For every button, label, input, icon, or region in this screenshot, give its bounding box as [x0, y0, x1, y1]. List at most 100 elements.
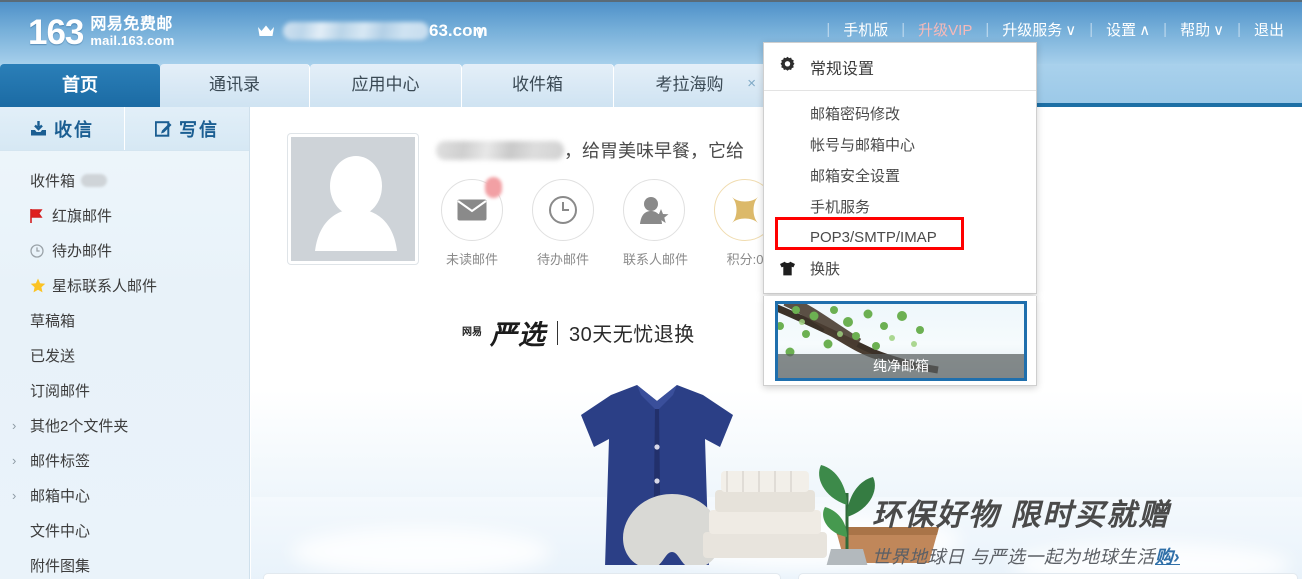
receive-mail-label: 收信 — [54, 119, 94, 140]
nav-divider: | — [1089, 21, 1094, 38]
tab-kaola[interactable]: 考拉海购 × — [614, 64, 766, 107]
quick-action-unread[interactable]: 未读邮件 — [441, 177, 503, 268]
promo-text-block: 环保好物 限时买就赠 世界地球日 与严选一起为地球生活购› — [872, 498, 1180, 565]
menu-item-label: 帐号与邮箱中心 — [810, 137, 916, 154]
folder-label: 待办邮件 — [52, 243, 113, 260]
clock-icon — [549, 196, 577, 224]
nav-settings[interactable]: 设置 ∧ — [1106, 19, 1150, 40]
nav-divider: | — [1163, 21, 1168, 38]
menu-item-label: 邮箱安全设置 — [810, 168, 901, 185]
bottom-panel-left — [263, 573, 781, 579]
sidebar-item-mail-center[interactable]: › 邮箱中心 — [0, 478, 249, 513]
folder-label: 邮件标签 — [30, 453, 91, 470]
tab-inbox[interactable]: 收件箱 — [462, 64, 614, 107]
menu-item-mobile-service[interactable]: 手机服务 — [764, 191, 1036, 222]
menu-item-label: 手机服务 — [810, 199, 871, 216]
chevron-down-icon: ∨ — [1065, 21, 1077, 39]
mail-app-window: 163 网易免费邮 mail.163.com 63.com ∨ | 手机版 | … — [0, 0, 1302, 579]
tab-home[interactable]: 首页 — [0, 64, 160, 107]
yanxuan-brand-logo: 网易 严选 30天无忧退换 — [462, 313, 695, 352]
quick-action-circle — [441, 177, 503, 241]
sidebar-item-attachment-gallery[interactable]: 附件图集 — [0, 548, 249, 579]
greeting-text: ，给胃美味早餐，它给 — [564, 141, 744, 161]
quick-actions-row: 未读邮件 待办邮件 联系人邮件 积分:0 — [441, 177, 776, 268]
chevron-right-icon: › — [12, 488, 17, 503]
menu-item-change-skin[interactable]: 换肤 — [764, 253, 1036, 284]
account-email-redacted — [283, 22, 429, 40]
brand-mark-label: 网易 — [462, 326, 482, 338]
close-icon[interactable]: × — [747, 76, 756, 91]
skin-preview-label: 纯净邮箱 — [778, 354, 1024, 378]
chevron-right-icon: › — [12, 453, 17, 468]
sidebar-item-other-folders[interactable]: › 其他2个文件夹 — [0, 408, 249, 443]
tab-contacts[interactable]: 通讯录 — [160, 64, 310, 107]
menu-item-general-settings[interactable]: 常规设置 — [764, 43, 1036, 91]
menu-item-pop3-smtp-imap[interactable]: POP3/SMTP/IMAP — [764, 222, 1036, 253]
sidebar-item-mail-tags[interactable]: › 邮件标签 — [0, 443, 249, 478]
logo-number: 163 — [28, 13, 84, 52]
chevron-right-icon: › — [12, 418, 17, 433]
bottom-panel-right — [798, 573, 1298, 579]
sidebar-item-inbox[interactable]: 收件箱 — [0, 163, 249, 198]
folder-label: 星标联系人邮件 — [52, 278, 158, 295]
quick-action-label: 未读邮件 — [445, 252, 498, 267]
nav-divider: | — [1237, 21, 1241, 38]
menu-item-change-password[interactable]: 邮箱密码修改 — [764, 98, 1036, 129]
avatar[interactable] — [288, 134, 418, 264]
nav-help[interactable]: 帮助 ∨ — [1180, 19, 1224, 40]
compose-mail-button[interactable]: 写信 — [124, 107, 249, 150]
menu-item-label: POP3/SMTP/IMAP — [810, 229, 937, 246]
default-user-icon — [315, 156, 397, 251]
tab-label: 应用中心 — [351, 75, 420, 94]
folder-label: 红旗邮件 — [52, 208, 113, 225]
unread-count-badge — [81, 174, 108, 187]
sidebar-item-todo[interactable]: 待办邮件 — [0, 233, 249, 268]
promo-subline-text: 世界地球日 与严选一起为地球生活 — [872, 547, 1155, 565]
nav-divider: | — [826, 21, 831, 38]
points-icon — [732, 197, 758, 223]
nav-upgrade-vip[interactable]: 升级VIP — [918, 19, 972, 40]
gear-icon — [779, 56, 796, 78]
folder-label: 订阅邮件 — [30, 383, 91, 400]
clock-icon — [30, 243, 52, 258]
top-navigation: | 手机版 | 升级VIP | 升级服务 ∨ | 设置 ∧ | 帮助 ∨ | 退出 — [826, 19, 1284, 40]
quick-action-label: 联系人邮件 — [623, 252, 689, 267]
nav-divider: | — [985, 21, 990, 38]
nav-divider: | — [901, 21, 906, 38]
sidebar: 收信 写信 收件箱 红旗邮件 待办邮件 星标联系人邮件 草稿箱 已发送 订阅邮件… — [0, 107, 250, 579]
settings-dropdown-menu: 常规设置 邮箱密码修改 帐号与邮箱中心 邮箱安全设置 手机服务 POP3/SMT… — [763, 42, 1037, 294]
quick-action-circle — [623, 179, 685, 241]
skin-preview-thumbnail[interactable]: 纯净邮箱 — [775, 301, 1027, 381]
sidebar-item-file-center[interactable]: 文件中心 — [0, 513, 249, 548]
chevron-up-icon: ∧ — [1139, 21, 1151, 39]
sidebar-action-row: 收信 写信 — [0, 107, 249, 151]
unread-badge — [485, 177, 502, 198]
menu-item-label: 邮箱密码修改 — [810, 106, 901, 123]
site-logo[interactable]: 163 网易免费邮 mail.163.com — [28, 15, 174, 51]
promo-cta-link[interactable]: 购› — [1155, 547, 1180, 565]
receive-mail-button[interactable]: 收信 — [0, 107, 124, 150]
nav-logout[interactable]: 退出 — [1254, 19, 1284, 40]
account-chevron-down-icon[interactable]: ∨ — [474, 23, 486, 43]
tshirt-icon — [779, 261, 796, 276]
folder-list: 收件箱 红旗邮件 待办邮件 星标联系人邮件 草稿箱 已发送 订阅邮件 › 其他2… — [0, 151, 249, 579]
menu-item-mailbox-security[interactable]: 邮箱安全设置 — [764, 160, 1036, 191]
brand-name-label: 严选 — [490, 320, 546, 350]
nav-mobile-version[interactable]: 手机版 — [843, 19, 888, 40]
tab-app-center[interactable]: 应用中心 — [310, 64, 462, 107]
bottom-panels — [263, 573, 1298, 579]
compose-mail-label: 写信 — [179, 119, 219, 140]
chevron-right-icon: › — [1173, 547, 1180, 565]
sidebar-item-starred-contacts[interactable]: 星标联系人邮件 — [0, 268, 249, 303]
quick-action-label: 待办邮件 — [536, 252, 589, 267]
menu-item-account-center[interactable]: 帐号与邮箱中心 — [764, 129, 1036, 160]
sidebar-item-flagged[interactable]: 红旗邮件 — [0, 198, 249, 233]
sidebar-item-subscriptions[interactable]: 订阅邮件 — [0, 373, 249, 408]
envelope-icon — [457, 199, 487, 221]
quick-action-contacts[interactable]: 联系人邮件 — [623, 179, 689, 268]
nav-upgrade-service[interactable]: 升级服务 ∨ — [1002, 19, 1076, 40]
quick-action-todo[interactable]: 待办邮件 — [532, 179, 594, 268]
sidebar-item-drafts[interactable]: 草稿箱 — [0, 303, 249, 338]
sidebar-item-sent[interactable]: 已发送 — [0, 338, 249, 373]
contact-star-icon — [640, 197, 669, 224]
